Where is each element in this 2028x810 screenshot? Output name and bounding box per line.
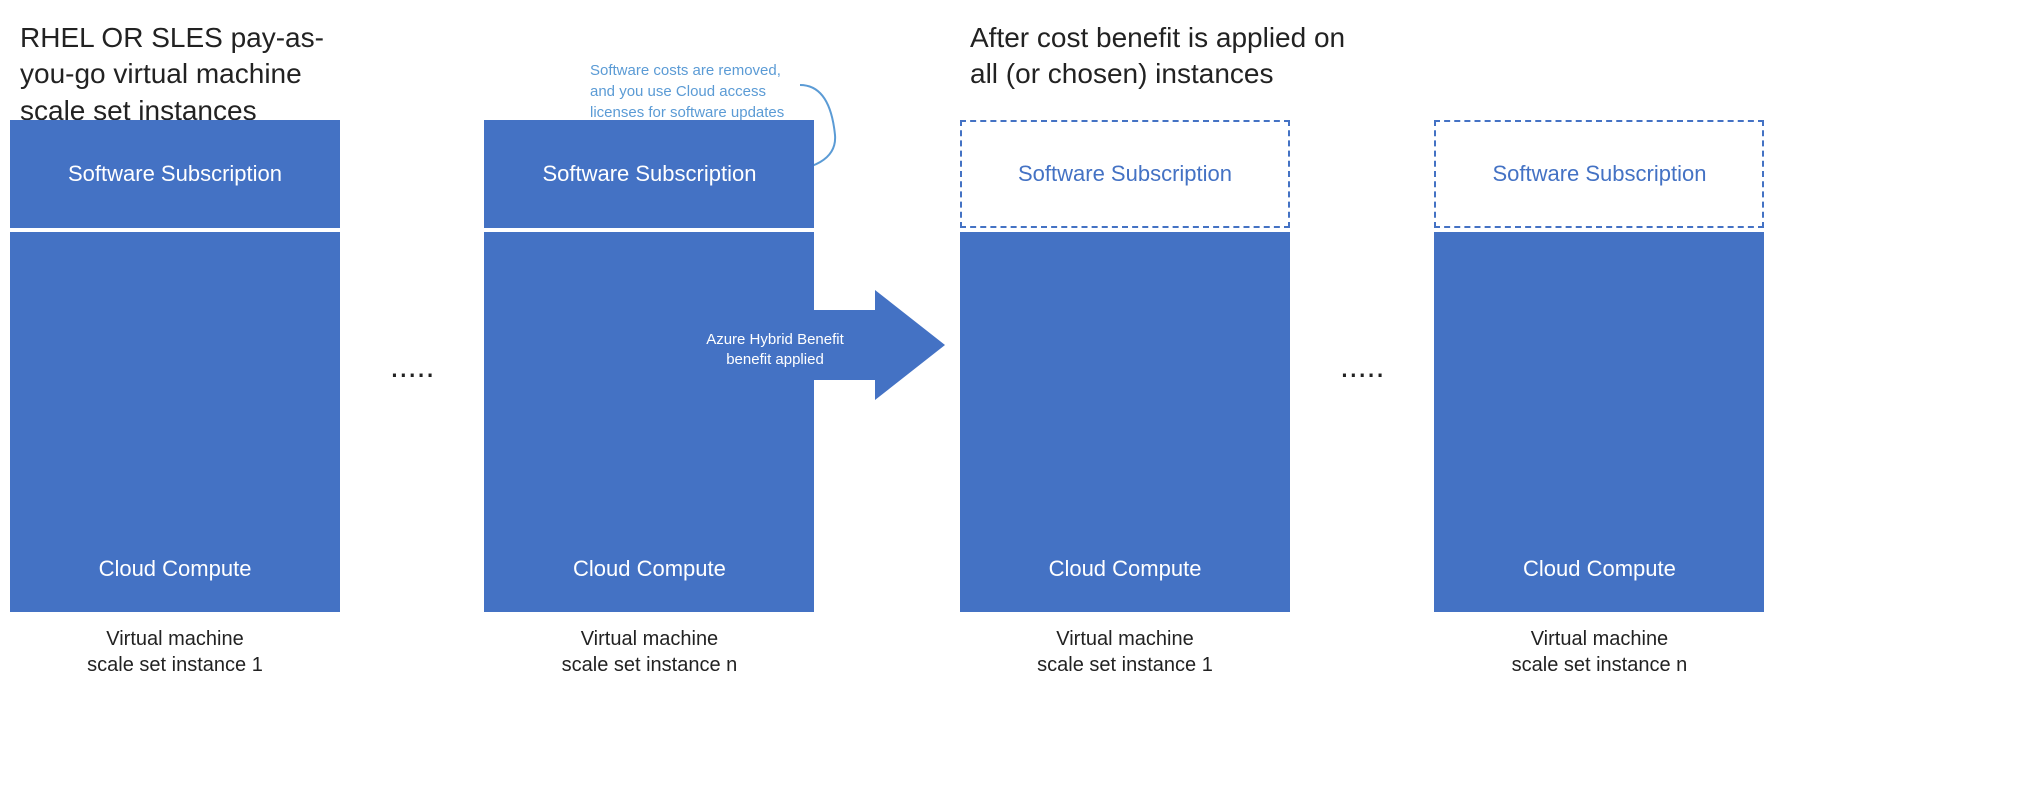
left-software-box-1: Software Subscription — [10, 120, 340, 228]
left-vm-label-2: Virtual machine scale set instance n — [562, 626, 738, 678]
right-compute-box-2: Cloud Compute — [1434, 232, 1764, 612]
svg-text:Azure Hybrid Benefit: Azure Hybrid Benefit — [706, 331, 844, 348]
right-title: After cost benefit is applied on all (or… — [970, 20, 1350, 93]
diagram-container: RHEL OR SLES pay-as-you-go virtual machi… — [0, 0, 2028, 810]
hybrid-benefit-arrow: Azure Hybrid Benefit benefit applied — [685, 290, 945, 400]
left-vm-column-1: Software Subscription Cloud Compute Virt… — [10, 120, 340, 678]
right-software-box-1: Software Subscription — [960, 120, 1290, 228]
right-columns-group: Software Subscription Cloud Compute Virt… — [960, 120, 1764, 678]
left-compute-box-1: Cloud Compute — [10, 232, 340, 612]
left-vm-label-1: Virtual machine scale set instance 1 — [87, 626, 263, 678]
right-vm-label-2: Virtual machine scale set instance n — [1512, 626, 1688, 678]
right-ellipsis: ..... — [1330, 120, 1394, 612]
right-vm-column-2: Software Subscription Cloud Compute Virt… — [1434, 120, 1764, 678]
right-compute-box-1: Cloud Compute — [960, 232, 1290, 612]
left-ellipsis: ..... — [380, 120, 444, 612]
right-vm-column-1: Software Subscription Cloud Compute Virt… — [960, 120, 1290, 678]
right-software-box-2: Software Subscription — [1434, 120, 1764, 228]
right-vm-label-1: Virtual machine scale set instance 1 — [1037, 626, 1213, 678]
left-title: RHEL OR SLES pay-as-you-go virtual machi… — [20, 20, 340, 129]
left-software-box-2: Software Subscription — [484, 120, 814, 228]
svg-text:benefit applied: benefit applied — [726, 351, 824, 368]
left-compute-box-2: Cloud Compute — [484, 232, 814, 612]
